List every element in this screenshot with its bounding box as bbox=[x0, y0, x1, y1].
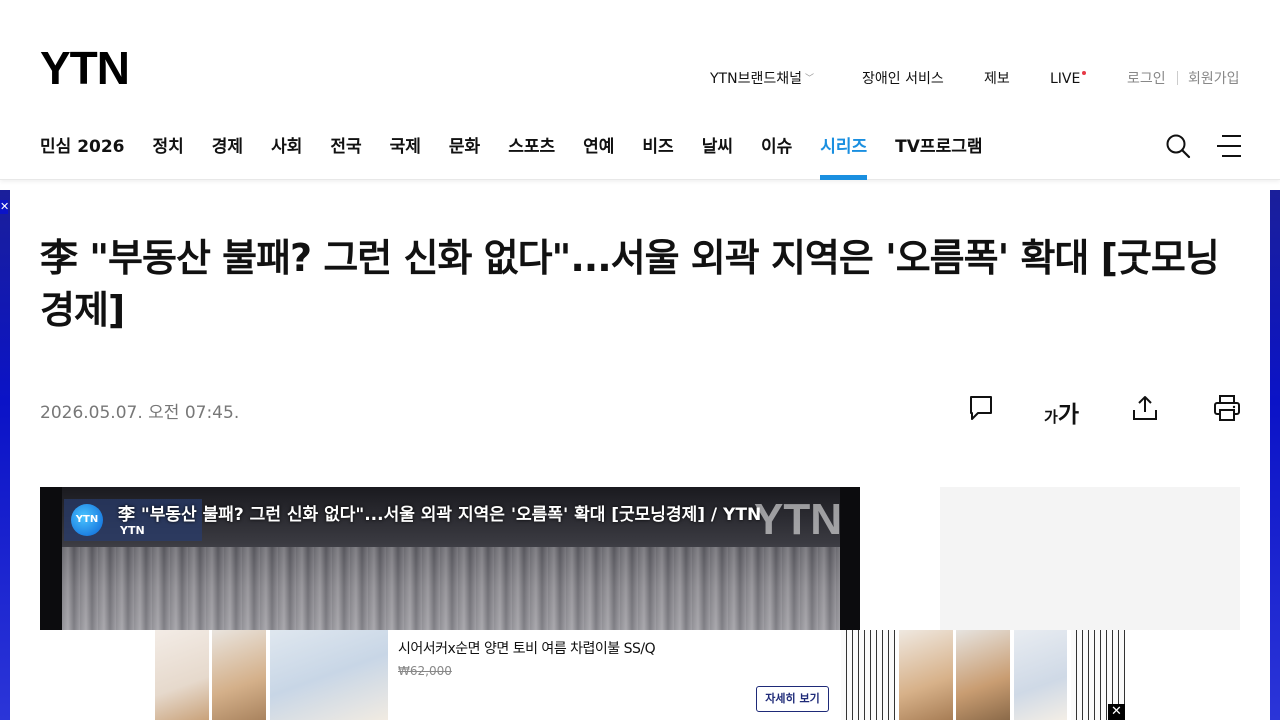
ad-product-image[interactable] bbox=[899, 630, 953, 720]
video-cityscape-image bbox=[62, 547, 840, 630]
font-large-label: 가 bbox=[1057, 402, 1079, 428]
brand-channel-label: YTN브랜드채널 bbox=[710, 71, 802, 87]
nav-item-issue[interactable]: 이슈 bbox=[761, 136, 792, 180]
site-header: YTN YTN브랜드채널 ﹀ 장애인 서비스 제보 LIVE 로그인 회원가입 민… bbox=[0, 0, 1280, 180]
menu-icon[interactable] bbox=[1216, 134, 1242, 162]
article-headline: 李 "부동산 불패? 그런 신화 없다"...서울 외곽 지역은 '오름폭' 확… bbox=[40, 236, 1220, 332]
ad-product-image[interactable] bbox=[956, 630, 1010, 720]
brand-channel-link[interactable]: YTN브랜드채널 ﹀ bbox=[710, 70, 814, 90]
ytn-logo[interactable]: YTN bbox=[40, 44, 130, 92]
ad-details-button[interactable]: 자세히 보기 bbox=[756, 686, 829, 712]
article-date: 2026.05.07. 오전 07:45. bbox=[40, 403, 240, 423]
nav-item-society[interactable]: 사회 bbox=[271, 136, 302, 180]
nav-item-politics[interactable]: 정치 bbox=[153, 136, 184, 180]
main-nav: 민심 2026 정치 경제 사회 전국 국제 문화 스포츠 연예 비즈 날씨 이… bbox=[40, 136, 1011, 180]
nav-item-entertainment[interactable]: 연예 bbox=[583, 136, 614, 180]
nav-item-sports[interactable]: 스포츠 bbox=[508, 136, 555, 180]
ad-product-image[interactable] bbox=[841, 630, 895, 720]
live-label: LIVE bbox=[1050, 71, 1081, 87]
nav-item-economy[interactable]: 경제 bbox=[212, 136, 243, 180]
right-side-banner[interactable] bbox=[1270, 190, 1280, 720]
ad-product-image[interactable] bbox=[212, 630, 266, 720]
ad-product-image[interactable] bbox=[1014, 630, 1067, 720]
comment-icon[interactable] bbox=[968, 394, 994, 426]
share-icon[interactable] bbox=[1132, 394, 1158, 426]
ytn-watermark: YTN bbox=[754, 495, 842, 544]
ad-close-icon[interactable]: ✕ bbox=[1108, 704, 1125, 720]
print-icon[interactable] bbox=[1213, 394, 1241, 426]
nav-item-minsim-2026[interactable]: 민심 2026 bbox=[40, 136, 125, 180]
side-banner-close-icon[interactable]: ✕ bbox=[0, 200, 9, 214]
nav-item-world[interactable]: 국제 bbox=[390, 136, 421, 180]
video-title: 李 "부동산 불패? 그런 신화 없다"...서울 외곽 지역은 '오름폭' 확… bbox=[118, 505, 762, 525]
nav-item-biz[interactable]: 비즈 bbox=[642, 136, 673, 180]
ad-product-image[interactable] bbox=[155, 630, 209, 720]
font-size-button[interactable]: 가가 bbox=[1044, 395, 1079, 429]
left-side-banner[interactable] bbox=[0, 190, 10, 720]
right-ad-slot[interactable] bbox=[940, 487, 1240, 630]
login-link[interactable]: 로그인 bbox=[1127, 70, 1166, 88]
live-link[interactable]: LIVE bbox=[1050, 70, 1087, 88]
chevron-down-icon: ﹀ bbox=[804, 74, 814, 84]
search-icon[interactable] bbox=[1165, 133, 1191, 163]
nav-item-culture[interactable]: 문화 bbox=[449, 136, 480, 180]
nav-item-national[interactable]: 전국 bbox=[330, 136, 361, 180]
nav-item-tv-program[interactable]: TV프로그램 bbox=[895, 136, 982, 180]
article-video-player[interactable]: YTN YTN 李 "부동산 불패? 그런 신화 없다"...서울 외곽 지역은… bbox=[40, 487, 860, 630]
util-divider bbox=[1177, 71, 1178, 85]
report-link[interactable]: 제보 bbox=[984, 70, 1010, 88]
ad-product-title[interactable]: 시어서커x순면 양면 토비 여름 차렵이불 SS/Q bbox=[398, 638, 656, 658]
ytn-badge-text: YTN bbox=[120, 524, 145, 537]
nav-item-series[interactable]: 시리즈 bbox=[820, 136, 867, 180]
bottom-ad-banner[interactable]: 시어서커x순면 양면 토비 여름 차렵이불 SS/Q ₩62,000 자세히 보… bbox=[155, 630, 1125, 720]
ad-product-price: ₩62,000 bbox=[398, 664, 452, 678]
signup-link[interactable]: 회원가입 bbox=[1188, 70, 1240, 88]
ad-product-image[interactable] bbox=[270, 630, 388, 720]
accessibility-link[interactable]: 장애인 서비스 bbox=[862, 70, 944, 88]
font-small-label: 가 bbox=[1044, 408, 1058, 426]
live-dot-icon bbox=[1082, 71, 1087, 75]
ytn-badge-logo: YTN bbox=[71, 504, 103, 536]
nav-item-weather[interactable]: 날씨 bbox=[702, 136, 733, 180]
